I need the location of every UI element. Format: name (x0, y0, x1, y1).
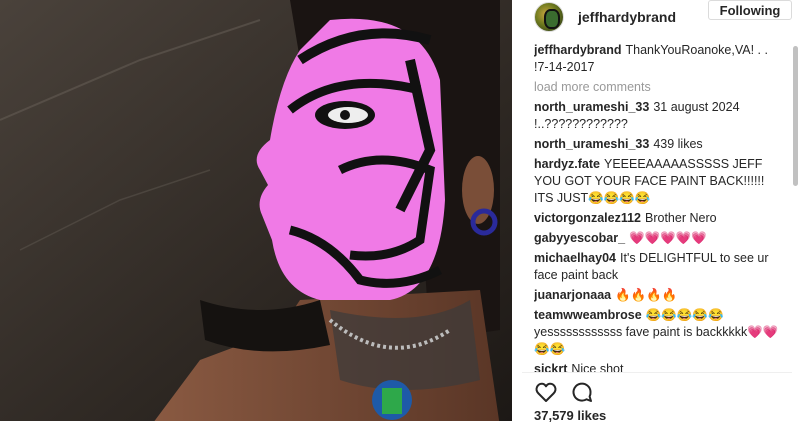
comment-username[interactable]: juanarjonaaa (534, 288, 611, 302)
comment-text: 🔥🔥🔥🔥 (615, 288, 678, 302)
photo-bottom-edge (0, 421, 512, 427)
post-author-username[interactable]: jeffhardybrand (578, 9, 676, 25)
comment-username[interactable]: hardyz.fate (534, 157, 600, 171)
list-item: north_urameshi_33 31 august 2024 !..?????… (534, 99, 786, 133)
scrollbar-thumb[interactable] (793, 46, 798, 186)
post-sidebar: jeffhardybrand Following jeffhardybrand T… (512, 0, 800, 427)
load-more-comments-link[interactable]: load more comments (534, 79, 786, 96)
comment-username[interactable]: gabyyescobar_ (534, 231, 625, 245)
list-item: gabyyescobar_ 💗💗💗💗💗 (534, 230, 786, 247)
list-item: michaelhay04 It's DELIGHTFUL to see ur fa… (534, 250, 786, 284)
comment-text: 💗💗💗💗💗 (629, 231, 707, 245)
comment-text: Brother Nero (645, 211, 717, 225)
avatar[interactable] (534, 2, 564, 32)
comment-username[interactable]: michaelhay04 (534, 251, 616, 265)
comment-username[interactable]: north_urameshi_33 (534, 100, 649, 114)
comment-username[interactable]: sickrt (534, 362, 567, 372)
list-item: teamwweambrose 😂😂😂😂😂 yessssssssssss fave … (534, 307, 786, 358)
following-button[interactable]: Following (708, 0, 792, 20)
list-item: hardyz.fate YEEEEAAAAASSSSS JEFF YOU GOT … (534, 156, 786, 207)
comment-bubble-icon[interactable] (570, 380, 594, 404)
caption-username[interactable]: jeffhardybrand (534, 43, 622, 57)
list-item: north_urameshi_33 439 likes (534, 136, 786, 153)
comment-username[interactable]: victorgonzalez112 (534, 211, 641, 225)
post-photo-illustration (0, 0, 512, 427)
comments-list[interactable]: jeffhardybrand ThankYouRoanoke,VA! . . !7… (534, 42, 786, 372)
post-actions (534, 380, 606, 404)
likes-count[interactable]: 37,579 likes (534, 408, 606, 423)
comment-username[interactable]: teamwweambrose (534, 308, 642, 322)
post-photo (0, 0, 512, 427)
list-item: juanarjonaaa 🔥🔥🔥🔥 (534, 287, 786, 304)
comments-scrollbar[interactable] (793, 42, 798, 372)
post-caption: jeffhardybrand ThankYouRoanoke,VA! . . !7… (534, 42, 786, 76)
list-item: sickrt Nice shot (534, 361, 786, 372)
post-header: jeffhardybrand Following (512, 0, 800, 34)
divider (522, 372, 792, 373)
heart-icon[interactable] (534, 380, 558, 404)
list-item: victorgonzalez112 Brother Nero (534, 210, 786, 227)
comment-text: 439 likes (653, 137, 703, 151)
comment-username[interactable]: north_urameshi_33 (534, 137, 649, 151)
comment-text: Nice shot (571, 362, 624, 372)
